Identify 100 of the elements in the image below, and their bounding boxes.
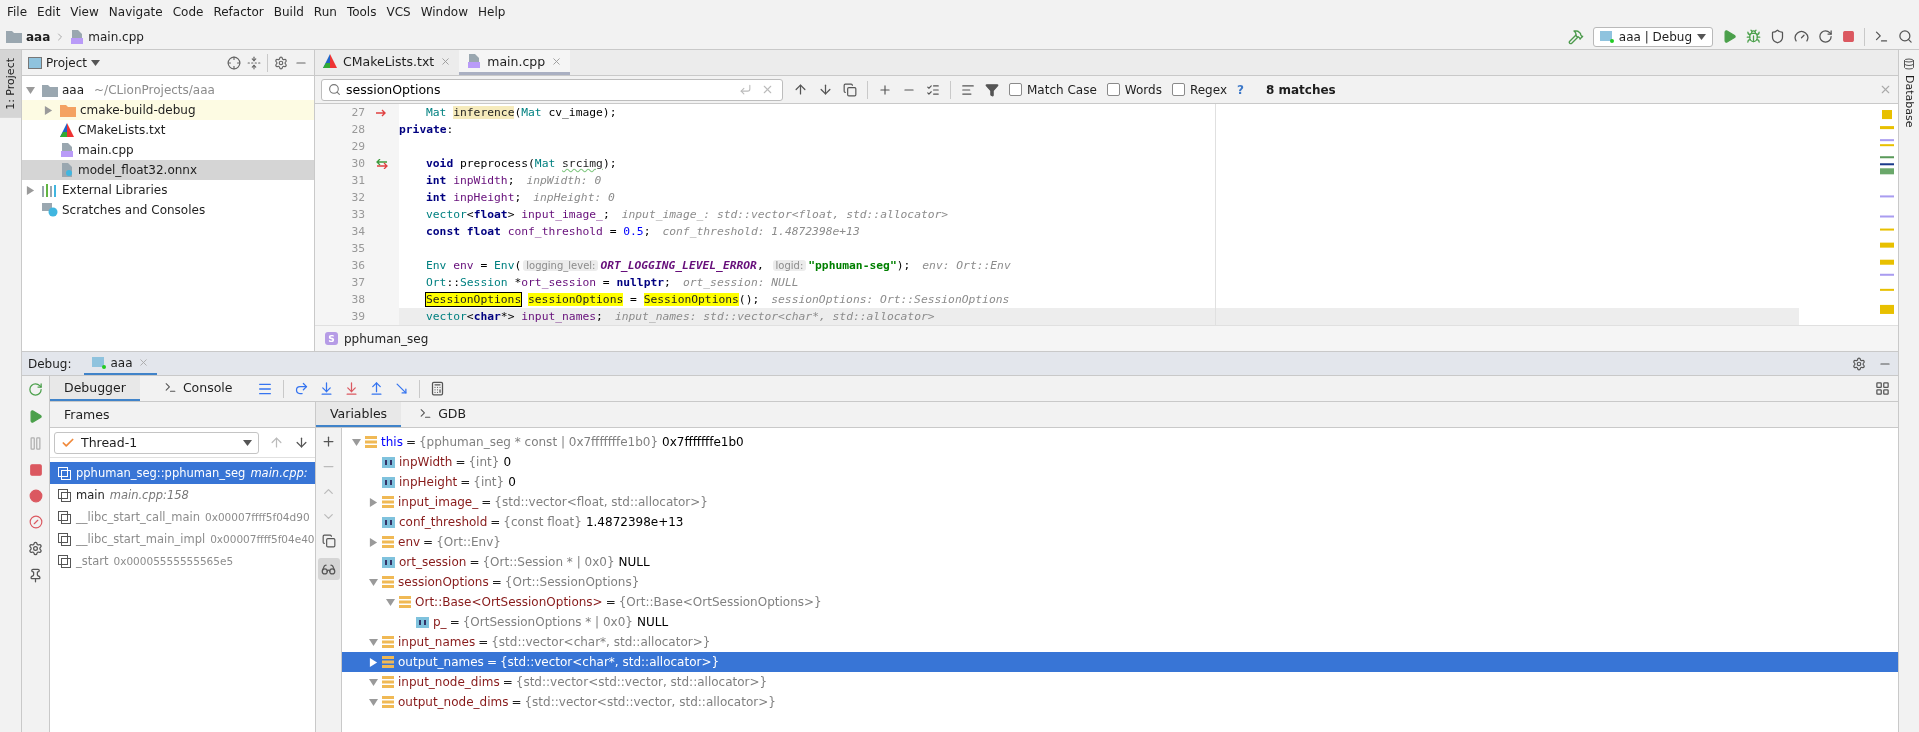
- search-field[interactable]: sessionOptions: [321, 78, 783, 101]
- copy-icon[interactable]: [321, 534, 336, 548]
- debugger-tab[interactable]: Debugger: [50, 376, 140, 401]
- frame-item[interactable]: pphuman_seg::pphuman_seg main.cpp:: [50, 462, 315, 484]
- expand-arrow-icon[interactable]: [369, 657, 378, 667]
- collapse-arrow-icon[interactable]: [369, 637, 378, 647]
- variable-row[interactable]: Ort::Base<OrtSessionOptions> = {Ort::Base<OrtSessionOptions>}: [342, 592, 1898, 612]
- stop-icon[interactable]: [28, 463, 43, 477]
- variable-row[interactable]: input_node_dims = {std::vector<std::vector, std::allocator>}: [342, 672, 1898, 692]
- settings-icon[interactable]: [1852, 356, 1866, 371]
- help-link[interactable]: ?: [1237, 82, 1244, 97]
- menu-item[interactable]: VCS: [381, 5, 416, 19]
- collapse-arrow-icon[interactable]: [26, 85, 35, 95]
- menu-item[interactable]: Edit: [32, 5, 66, 19]
- settings-icon[interactable]: [28, 541, 43, 556]
- stop-icon[interactable]: [1842, 30, 1855, 43]
- tree-item[interactable]: aaa ~/CLionProjects/aaa: [22, 80, 314, 100]
- close-icon[interactable]: [1879, 83, 1892, 96]
- run-icon[interactable]: [1722, 29, 1737, 44]
- menu-item[interactable]: Tools: [341, 5, 382, 19]
- menu-item[interactable]: Build: [268, 5, 309, 19]
- locate-icon[interactable]: [227, 55, 241, 70]
- tree-item[interactable]: External Libraries: [22, 180, 314, 200]
- variable-row[interactable]: sessionOptions = {Ort::SessionOptions}: [342, 572, 1898, 592]
- pause-icon[interactable]: [28, 436, 43, 451]
- layout-icon[interactable]: [1875, 381, 1890, 396]
- run-configuration-dropdown[interactable]: aaa | Debug: [1592, 26, 1713, 47]
- breakpoints-icon[interactable]: [28, 489, 43, 503]
- menu-item[interactable]: File: [2, 5, 33, 19]
- add-watch-icon[interactable]: [321, 434, 336, 449]
- close-icon[interactable]: [551, 55, 563, 67]
- rerun-icon[interactable]: [1818, 29, 1833, 44]
- variable-row[interactable]: inpWidth = {int} 0: [342, 452, 1898, 472]
- collapse-all-icon[interactable]: [247, 55, 261, 70]
- variable-row[interactable]: output_names = {std::vector<char*, std::allocator>}: [342, 652, 1898, 672]
- evaluate-icon[interactable]: [429, 381, 445, 396]
- variable-row[interactable]: conf_threshold = {const float} 1.4872398e+13: [342, 512, 1898, 532]
- tool-window-tab[interactable]: Database: [1899, 50, 1919, 136]
- tree-item[interactable]: cmake-build-debug: [22, 100, 314, 120]
- tree-item[interactable]: main.cpp: [22, 140, 314, 160]
- breadcrumb-item[interactable]: main.cpp: [88, 29, 144, 44]
- rerun-icon[interactable]: [28, 382, 43, 397]
- frame-item[interactable]: __libc_start_main_impl 0x00007ffff5f04e40: [50, 528, 315, 550]
- settings-icon[interactable]: [274, 55, 288, 70]
- menu-item[interactable]: Navigate: [103, 5, 168, 19]
- editor-tab[interactable]: main.cpp: [459, 50, 571, 75]
- debugger-tab[interactable]: Console: [149, 376, 247, 401]
- build-icon[interactable]: [1567, 28, 1584, 45]
- search-icon[interactable]: [1898, 29, 1913, 44]
- next-match-icon[interactable]: [818, 82, 833, 97]
- next-frame-icon[interactable]: [294, 435, 309, 450]
- step-over-icon[interactable]: [293, 381, 309, 396]
- collapse-arrow-icon[interactable]: [352, 437, 361, 447]
- tool-window-tab[interactable]: 1: Project: [0, 50, 21, 118]
- checkbox[interactable]: Regex: [1171, 82, 1227, 97]
- expand-arrow-icon[interactable]: [26, 185, 35, 195]
- variable-row[interactable]: output_node_dims = {std::vector<std::vector, std::allocator>}: [342, 692, 1898, 712]
- variables-tab[interactable]: GDB: [405, 402, 480, 427]
- pin-icon[interactable]: [28, 568, 43, 583]
- tree-item[interactable]: model_float32.onnx: [22, 160, 314, 180]
- newline-icon[interactable]: [739, 82, 752, 96]
- checkbox[interactable]: Words: [1106, 82, 1162, 97]
- menu-item[interactable]: Window: [415, 5, 473, 19]
- frame-item[interactable]: __libc_start_call_main 0x00007ffff5f04d90: [50, 506, 315, 528]
- select-all-occurrences-icon[interactable]: [926, 82, 940, 97]
- previous-match-icon[interactable]: [793, 82, 808, 97]
- tree-item[interactable]: Scratches and Consoles: [22, 200, 314, 220]
- variables-tab[interactable]: Variables: [316, 402, 402, 427]
- variable-row[interactable]: this = {pphuman_seg * const | 0x7fffffffe1b0} 0x7fffffffe1b0: [342, 432, 1898, 452]
- frame-item[interactable]: _start 0x00005555555565e5: [50, 550, 315, 572]
- menu-item[interactable]: Help: [473, 5, 511, 19]
- close-icon[interactable]: [137, 357, 149, 368]
- variable-row[interactable]: input_names = {std::vector<char*, std::allocator>}: [342, 632, 1898, 652]
- previous-frame-icon[interactable]: [269, 435, 284, 450]
- expand-arrow-icon[interactable]: [44, 105, 53, 115]
- tree-item[interactable]: CMakeLists.txt: [22, 120, 314, 140]
- expand-arrow-icon[interactable]: [369, 497, 378, 507]
- close-icon[interactable]: [440, 55, 452, 67]
- variable-row[interactable]: env = {Ort::Env}: [342, 532, 1898, 552]
- add-occurrence-icon[interactable]: [878, 82, 892, 97]
- menu-item[interactable]: View: [65, 5, 104, 19]
- frame-item[interactable]: main main.cpp:158: [50, 484, 315, 506]
- variable-row[interactable]: p_ = {OrtSessionOptions * | 0x0} NULL: [342, 612, 1898, 632]
- thread-dropdown[interactable]: Thread-1: [54, 431, 259, 454]
- menu-item[interactable]: Refactor: [208, 5, 269, 19]
- debug-icon[interactable]: [1746, 29, 1761, 44]
- breadcrumb-item[interactable]: aaa: [26, 29, 51, 44]
- variable-row[interactable]: ort_session = {Ort::Session * | 0x0} NULL: [342, 552, 1898, 572]
- resume-icon[interactable]: [28, 409, 43, 424]
- expand-arrow-icon[interactable]: [369, 537, 378, 547]
- variable-row[interactable]: inpHeight = {int} 0: [342, 472, 1898, 492]
- variable-row[interactable]: input_image_ = {std::vector<float, std::allocator>}: [342, 492, 1898, 512]
- watches-toggle[interactable]: [317, 558, 340, 580]
- checkbox[interactable]: Match Case: [1009, 82, 1097, 97]
- context-breadcrumb[interactable]: pphuman_seg: [344, 331, 429, 346]
- filter-icon[interactable]: [985, 82, 999, 97]
- terminal-icon[interactable]: [1874, 29, 1889, 44]
- menu-item[interactable]: Run: [308, 5, 342, 19]
- menu-item[interactable]: Code: [167, 5, 209, 19]
- editor-tab[interactable]: CMakeLists.txt: [315, 50, 460, 75]
